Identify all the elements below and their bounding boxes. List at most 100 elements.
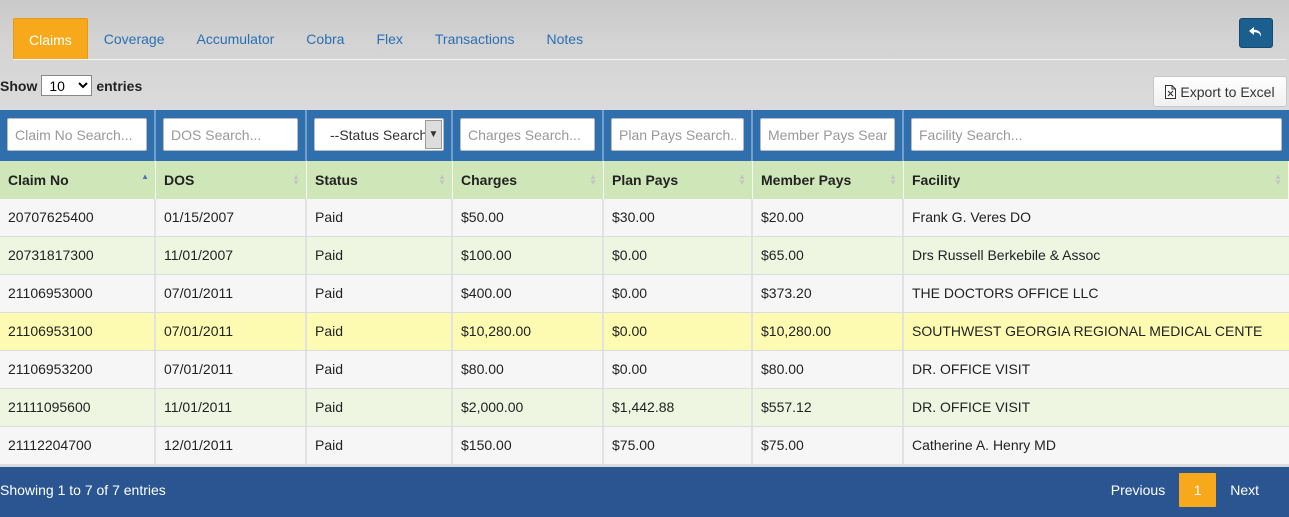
cell-claim-no: 21106953000 [0, 275, 156, 312]
column-label: Charges [461, 172, 518, 188]
cell-facility: DR. OFFICE VISIT [912, 399, 1031, 415]
cell-member-pays: $557.12 [753, 389, 904, 426]
cell-status: Paid [307, 237, 453, 274]
previous-page-button[interactable]: Previous [1097, 473, 1179, 507]
column-header-claim-no[interactable]: Claim No ▲ [0, 161, 156, 199]
status-search-value: --Status Search-- [330, 126, 437, 143]
sort-icon: ▲ ▼ [292, 172, 300, 187]
tab-accumulator[interactable]: Accumulator [180, 18, 290, 60]
tab-bar: Claims Coverage Accumulator Cobra Flex T… [13, 18, 599, 60]
cell-dos: 01/15/2007 [156, 199, 307, 236]
sort-icon: ▲ ▼ [438, 172, 446, 187]
cell-plan-pays: $0.00 [604, 237, 753, 274]
tab-flex[interactable]: Flex [360, 18, 418, 60]
cell-facility: THE DOCTORS OFFICE LLC [912, 285, 1099, 301]
cell-status: Paid [307, 389, 453, 426]
tab-claims[interactable]: Claims [13, 18, 88, 60]
filter-cell-charges [453, 110, 604, 161]
charges-search-input[interactable] [460, 118, 595, 151]
claims-table: --Status Search-- ▼ Claim No ▲ DOS ▲▼ St… [0, 110, 1289, 465]
cell-facility: SOUTHWEST GEORGIA REGIONAL MEDICAL CENTE [912, 323, 1263, 339]
cell-member-pays: $373.20 [753, 275, 904, 312]
cell-claim-no: 20731817300 [0, 237, 156, 274]
facility-search-input[interactable] [911, 118, 1282, 151]
cell-plan-pays: $0.00 [604, 275, 753, 312]
header-row: Claim No ▲ DOS ▲ ▼ Status ▲ ▼ Charges ▲ ▼ P… [0, 161, 1289, 199]
cell-member-pays: $65.00 [753, 237, 904, 274]
column-header-facility[interactable]: Facility ▲ ▼ [904, 161, 1289, 199]
cell-plan-pays: $30.00 [604, 199, 753, 236]
tab-coverage[interactable]: Coverage [88, 18, 181, 60]
column-header-member-pays[interactable]: Member Pays ▲ ▼ [753, 161, 904, 199]
cell-dos: 11/01/2007 [156, 237, 307, 274]
cell-plan-pays: $75.00 [604, 427, 753, 464]
page-button-current[interactable]: 1 [1179, 473, 1217, 507]
sort-icon: ▲ ▼ [1274, 172, 1282, 187]
cell-status: Paid [307, 275, 453, 312]
cell-member-pays: $80.00 [753, 351, 904, 388]
filter-cell-claim-no [0, 110, 156, 161]
cell-charges: $400.00 [453, 275, 604, 312]
column-label: Plan Pays [612, 172, 679, 188]
cell-plan-pays: $0.00 [604, 351, 753, 388]
page-length-select[interactable]: 10 [41, 75, 93, 96]
table-info: Showing 1 to 7 of 7 entries [0, 482, 166, 498]
cell-claim-no: 21106953100 [0, 313, 156, 350]
cell-claim-no: 20707625400 [0, 199, 156, 236]
chevron-down-icon[interactable]: ▼ [425, 120, 442, 149]
export-label: Export to Excel [1180, 83, 1275, 100]
cell-plan-pays: $0.00 [604, 313, 753, 350]
table-row[interactable]: 20707625400 01/15/2007 Paid $50.00 $30.0… [0, 199, 1289, 237]
status-search-select[interactable]: --Status Search-- ▼ [314, 118, 444, 151]
column-header-status[interactable]: Status ▲ ▼ [307, 161, 453, 199]
filter-cell-plan-pays [604, 110, 753, 161]
show-label: Show [0, 77, 38, 94]
pagination: Previous 1 Next [1097, 473, 1273, 507]
tab-transactions[interactable]: Transactions [419, 18, 531, 60]
tab-divider [13, 59, 1286, 60]
column-label: DOS [164, 172, 195, 188]
table-row[interactable]: 21111095600 11/01/2011 Paid $2,000.00 $1… [0, 389, 1289, 427]
sort-ascending-icon: ▲ [141, 172, 149, 181]
filter-cell-member-pays [753, 110, 904, 161]
claim-no-search-input[interactable] [7, 118, 147, 151]
column-header-plan-pays[interactable]: Plan Pays ▲ ▼ [604, 161, 753, 199]
undo-icon [1249, 27, 1262, 37]
cell-claim-no: 21111095600 [0, 389, 156, 426]
cell-charges: $2,000.00 [453, 389, 604, 426]
cell-charges: $10,280.00 [453, 313, 604, 350]
excel-file-icon [1165, 84, 1177, 99]
member-pays-search-input[interactable] [760, 118, 895, 151]
back-button[interactable] [1239, 18, 1273, 48]
table-row[interactable]: 21106953000 07/01/2011 Paid $400.00 $0.0… [0, 275, 1289, 313]
cell-dos: 12/01/2011 [156, 427, 307, 464]
cell-member-pays: $10,280.00 [753, 313, 904, 350]
cell-member-pays: $75.00 [753, 427, 904, 464]
cell-facility: Catherine A. Henry MD [912, 437, 1056, 453]
filter-cell-status: --Status Search-- ▼ [307, 110, 453, 161]
entries-label: entries [96, 77, 143, 94]
plan-pays-search-input[interactable] [611, 118, 744, 151]
next-page-button[interactable]: Next [1216, 473, 1273, 507]
length-control: Show 10 entries [0, 75, 142, 96]
dos-search-input[interactable] [163, 118, 298, 151]
sort-icon: ▲ ▼ [589, 172, 597, 187]
table-row[interactable]: 20731817300 11/01/2007 Paid $100.00 $0.0… [0, 237, 1289, 275]
filter-cell-dos [156, 110, 307, 161]
export-excel-button[interactable]: Export to Excel [1153, 76, 1287, 107]
cell-claim-no: 21112204700 [0, 427, 156, 464]
tab-cobra[interactable]: Cobra [290, 18, 360, 60]
table-row[interactable]: 21112204700 12/01/2011 Paid $150.00 $75.… [0, 427, 1289, 465]
tab-notes[interactable]: Notes [531, 18, 600, 60]
column-label: Facility [912, 172, 961, 188]
table-row[interactable]: 21106953200 07/01/2011 Paid $80.00 $0.00… [0, 351, 1289, 389]
table-row-highlighted[interactable]: 21106953100 07/01/2011 Paid $10,280.00 $… [0, 313, 1289, 351]
column-header-dos[interactable]: DOS ▲ ▼ [156, 161, 307, 199]
column-header-charges[interactable]: Charges ▲ ▼ [453, 161, 604, 199]
cell-dos: 07/01/2011 [156, 351, 307, 388]
cell-charges: $100.00 [453, 237, 604, 274]
cell-plan-pays: $1,442.88 [604, 389, 753, 426]
cell-dos: 07/01/2011 [156, 275, 307, 312]
table-footer: Showing 1 to 7 of 7 entries Previous 1 N… [0, 467, 1289, 517]
cell-facility: Drs Russell Berkebile & Assoc [912, 247, 1101, 263]
